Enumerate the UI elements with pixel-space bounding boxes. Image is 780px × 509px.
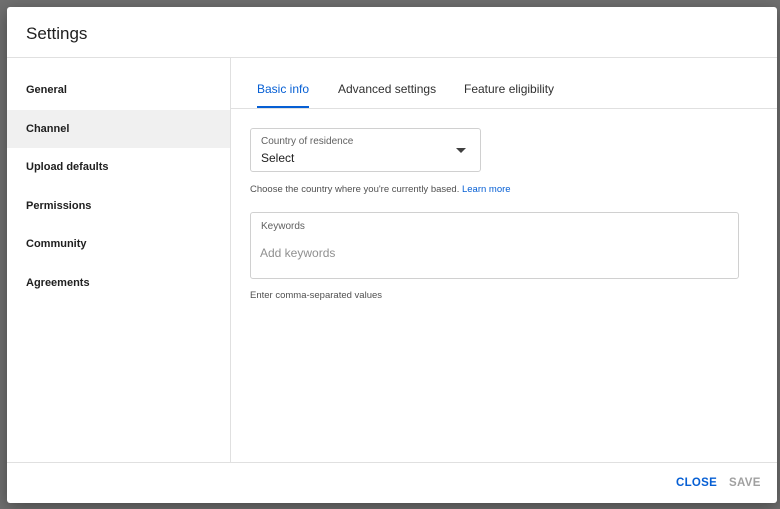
channel-settings-content: Basic info Advanced settings Feature eli… [231, 58, 777, 462]
sidebar-item-community[interactable]: Community [7, 225, 230, 263]
tab-bar: Basic info Advanced settings Feature eli… [231, 58, 777, 109]
sidebar-item-general[interactable]: General [7, 71, 230, 109]
settings-dialog: Settings General Channel Upload defaults… [7, 7, 777, 503]
dialog-footer: CLOSE SAVE [7, 462, 777, 503]
sidebar-item-channel[interactable]: Channel [7, 110, 230, 148]
country-select-label: Country of residence [261, 136, 354, 147]
settings-sidebar: General Channel Upload defaults Permissi… [7, 58, 231, 462]
dropdown-caret-icon [456, 148, 466, 153]
country-helper-text: Choose the country where you're currentl… [250, 184, 460, 195]
country-select-value: Select [261, 151, 295, 165]
keywords-input[interactable] [260, 242, 720, 264]
tab-advanced-settings[interactable]: Advanced settings [338, 58, 436, 108]
learn-more-link[interactable]: Learn more [462, 184, 511, 195]
tab-basic-info[interactable]: Basic info [257, 58, 310, 108]
keywords-label: Keywords [261, 221, 305, 232]
keywords-field[interactable]: Keywords [250, 212, 739, 279]
save-button[interactable]: SAVE [729, 477, 761, 489]
sidebar-item-permissions[interactable]: Permissions [7, 187, 230, 225]
dialog-header: Settings [7, 7, 777, 58]
tab-feature-eligibility[interactable]: Feature eligibility [464, 58, 554, 108]
close-button[interactable]: CLOSE [676, 477, 717, 489]
sidebar-item-upload-defaults[interactable]: Upload defaults [7, 148, 230, 186]
country-helper: Choose the country where you're currentl… [250, 184, 511, 195]
keywords-helper: Enter comma-separated values [250, 290, 383, 301]
country-select[interactable]: Country of residence Select [250, 128, 481, 172]
sidebar-item-agreements[interactable]: Agreements [7, 264, 230, 302]
dialog-title: Settings [26, 24, 88, 43]
